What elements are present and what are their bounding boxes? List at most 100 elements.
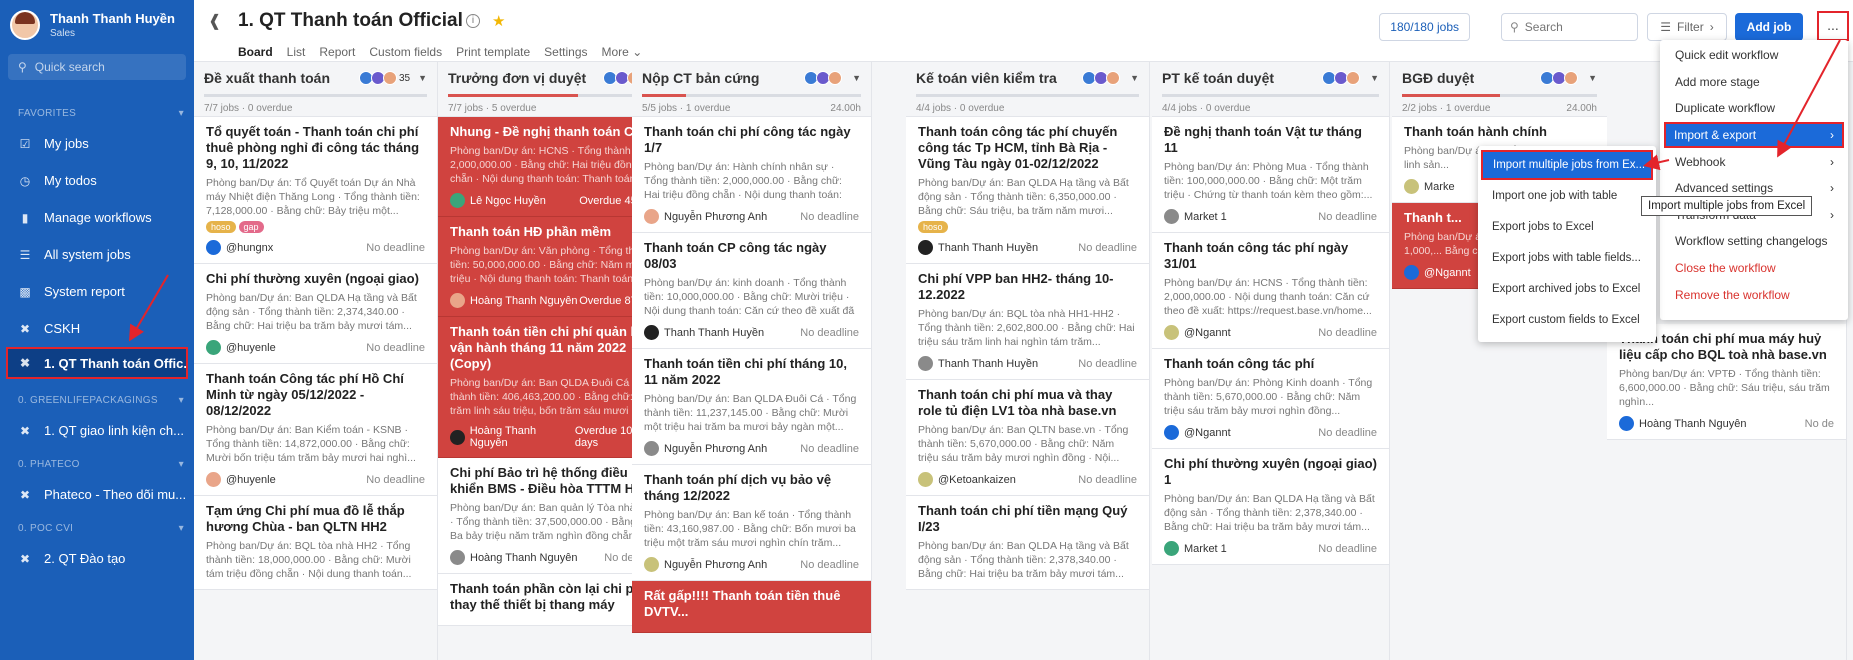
card-assignee[interactable]: @Ketoankaizen	[918, 472, 1016, 487]
card-assignee[interactable]: @Ngannt	[1164, 325, 1231, 340]
chevron-down-icon[interactable]: ▼	[1588, 73, 1597, 83]
column-header[interactable]: Kế toán viên kiểm tra ▼ 4/4 jobs · 0 ove…	[906, 62, 1149, 117]
jobs-count-badge[interactable]: 180/180 jobs	[1379, 13, 1470, 41]
job-card[interactable]: Thanh toán tiền chi phí tháng 10, 11 năm…	[632, 349, 871, 465]
menu-item-import-export[interactable]: Import & export ›	[1664, 121, 1844, 149]
chevron-down-icon[interactable]: ▼	[1130, 73, 1139, 83]
card-assignee[interactable]: Lê Ngọc Huyền	[450, 193, 546, 208]
job-card[interactable]: Tạm ứng Chi phí mua đồ lễ thắp hương Chù…	[194, 496, 437, 590]
group-label[interactable]: 0. POC CVI ▾	[0, 513, 194, 540]
quick-search[interactable]: ⚲ Quick search	[8, 54, 186, 80]
card-assignee[interactable]: Thanh Thanh Huyền	[918, 356, 1038, 371]
card-assignee[interactable]: Hoàng Thanh Nguyên	[450, 425, 575, 449]
card-assignee[interactable]: Market 1	[1164, 541, 1227, 556]
column-overdue: 0 overdue	[959, 103, 1005, 114]
menu-item-add-more-stage[interactable]: Add more stage	[1660, 69, 1848, 96]
card-assignee[interactable]: Thanh Thanh Huyền	[918, 240, 1038, 255]
job-card[interactable]: Chi phí thường xuyên (ngoại giao) 1 Phòn…	[1152, 449, 1389, 565]
sidebar-item-system-report[interactable]: ▩ System report	[0, 273, 194, 310]
filter-button[interactable]: ☰ Filter ›	[1647, 13, 1727, 41]
search-box[interactable]: ⚲	[1501, 13, 1638, 41]
job-card[interactable]: Rất gấp!!!! Thanh toán tiền thuê DVTV...	[632, 581, 871, 633]
card-assignee[interactable]: @hungnx	[206, 240, 273, 255]
column-members[interactable]: ▼	[1540, 71, 1597, 85]
workflow-back-icon[interactable]: ❰	[208, 11, 221, 31]
card-assignee[interactable]: @huyenle	[206, 472, 276, 487]
group-label[interactable]: 0. GREENLIFEPACKAGINGS ▾	[0, 385, 194, 412]
column-members[interactable]: ▼	[1082, 71, 1139, 85]
user-profile[interactable]: Thanh Thanh Huyền Sales	[0, 0, 194, 50]
job-card[interactable]: Thanh toán chi phí mua và thay role tủ đ…	[906, 380, 1149, 496]
submenu-item-import-multiple-jobs-from-ex[interactable]: Import multiple jobs from Ex...	[1481, 150, 1653, 180]
sidebar-item-label: CSKH	[44, 321, 81, 336]
column-members[interactable]: ▼	[804, 71, 861, 85]
job-card[interactable]: Thanh toán công tác phí chuyến công tác …	[906, 117, 1149, 264]
submenu-item-export-archived-jobs-to-excel[interactable]: Export archived jobs to Excel	[1478, 273, 1656, 304]
submenu-item-import-one-job-with-table[interactable]: Import one job with table	[1478, 180, 1656, 211]
submenu-item-export-jobs-with-table-fields[interactable]: Export jobs with table fields...	[1478, 242, 1656, 273]
group-label[interactable]: 0. PHATECO ▾	[0, 449, 194, 476]
chevron-down-icon[interactable]: ▼	[418, 73, 427, 83]
job-card[interactable]: Chi phí VPP ban HH2- tháng 10-12.2022 Ph…	[906, 264, 1149, 380]
info-icon[interactable]: i	[466, 14, 480, 28]
card-assignee[interactable]: @huyenle	[206, 340, 276, 355]
column-header[interactable]: BGĐ duyệt ▼ 2/2 jobs · 1 overdue 24.00h	[1392, 62, 1607, 117]
job-card[interactable]: Tổ quyết toán - Thanh toán chi phí thuê …	[194, 117, 437, 264]
chevron-down-icon[interactable]: ▼	[852, 73, 861, 83]
column-header[interactable]: Đề xuất thanh toán 35 ▼ 7/7 jobs · 0 ove…	[194, 62, 437, 117]
sidebar-item-group-workflow[interactable]: ✖ Phateco - Theo dõi mu...	[0, 476, 194, 513]
page-title: 1. QT Thanh toán Official	[238, 10, 463, 31]
chevron-down-icon[interactable]: ▼	[1370, 73, 1379, 83]
search-input[interactable]	[1524, 20, 1625, 34]
sidebar-item-my-jobs[interactable]: ☑ My jobs	[0, 125, 194, 162]
sidebar-item-group-workflow[interactable]: ✖ 2. QT Đào tạo	[0, 540, 194, 577]
job-card[interactable]: Thanh toán Công tác phí Hồ Chí Minh từ n…	[194, 364, 437, 496]
column-header[interactable]: PT kế toán duyệt ▼ 4/4 jobs · 0 overdue	[1152, 62, 1389, 117]
card-assignee[interactable]: @Ngannt	[1404, 265, 1471, 280]
card-assignee[interactable]: Nguyễn Phương Anh	[644, 209, 767, 224]
column-header[interactable]: Nộp CT bản cứng ▼ 5/5 jobs · 1 overdue 2…	[632, 62, 871, 117]
menu-item-quick-edit-workflow[interactable]: Quick edit workflow	[1660, 42, 1848, 69]
sidebar-item-all-system-jobs[interactable]: ☰ All system jobs	[0, 236, 194, 273]
job-card[interactable]: Thanh toán công tác phí ngày 31/01 Phòng…	[1152, 233, 1389, 349]
sidebar-item-manage-workflows[interactable]: ▮ Manage workflows	[0, 199, 194, 236]
sidebar-item-qt-thanh-toan[interactable]: ✖ 1. QT Thanh toán Offic...	[6, 347, 188, 379]
column-progress-bar	[642, 94, 861, 97]
card-assignee[interactable]: Hoàng Thanh Nguyên	[1619, 416, 1746, 431]
menu-item-duplicate-workflow[interactable]: Duplicate workflow	[1660, 95, 1848, 122]
chevron-down-icon: ▾	[178, 523, 184, 534]
card-assignee[interactable]: Hoàng Thanh Nguyên	[450, 550, 577, 565]
card-assignee[interactable]: Market 1	[1164, 209, 1227, 224]
job-card[interactable]: Thanh toán phí dịch vụ bảo vệ tháng 12/2…	[632, 465, 871, 581]
star-icon[interactable]: ★	[492, 12, 505, 30]
card-assignee[interactable]: Nguyễn Phương Anh	[644, 441, 767, 456]
chevron-right-icon: ›	[1830, 207, 1834, 222]
menu-item-remove-the-workflow[interactable]: Remove the workflow	[1660, 281, 1848, 308]
card-assignee[interactable]: Nguyễn Phương Anh	[644, 557, 767, 572]
card-assignee[interactable]: @Ngannt	[1164, 425, 1231, 440]
sidebar-item-group-workflow[interactable]: ✖ 1. QT giao linh kiện ch...	[0, 412, 194, 449]
job-card[interactable]: Đề nghị thanh toán Vật tư tháng 11 Phòng…	[1152, 117, 1389, 233]
job-card[interactable]: Thanh toán CP công tác ngày 08/03 Phòng …	[632, 233, 871, 349]
sidebar-item-cskh[interactable]: ✖ CSKH	[0, 310, 194, 347]
more-options-button[interactable]: ...	[1817, 11, 1849, 41]
submenu-item-export-custom-fields-to-excel[interactable]: Export custom fields to Excel	[1478, 304, 1656, 335]
favorites-section-label[interactable]: FAVORITES ▾	[0, 98, 194, 125]
card-assignee[interactable]: Thanh Thanh Huyền	[644, 325, 764, 340]
card-deadline: No deadline	[366, 473, 425, 486]
add-job-button[interactable]: Add job	[1735, 13, 1803, 41]
avatar	[1404, 265, 1419, 280]
menu-item-workflow-setting-changelogs[interactable]: Workflow setting changelogs	[1660, 228, 1848, 255]
job-card[interactable]: Chi phí thường xuyên (ngoại giao) Phòng …	[194, 264, 437, 364]
card-assignee[interactable]: Marke	[1404, 179, 1455, 194]
submenu-item-export-jobs-to-excel[interactable]: Export jobs to Excel	[1478, 211, 1656, 242]
column-members[interactable]: 35 ▼	[358, 71, 427, 85]
sidebar-item-my-todos[interactable]: ◷ My todos	[0, 162, 194, 199]
menu-item-webhook[interactable]: Webhook ›	[1660, 148, 1848, 175]
menu-item-close-the-workflow[interactable]: Close the workflow	[1660, 255, 1848, 282]
job-card[interactable]: Thanh toán công tác phí Phòng ban/Dự án:…	[1152, 349, 1389, 449]
job-card[interactable]: Thanh toán chi phí tiền mạng Quý I/23 Ph…	[906, 496, 1149, 590]
column-members[interactable]: ▼	[1322, 71, 1379, 85]
job-card[interactable]: Thanh toán chi phí công tác ngày 1/7 Phò…	[632, 117, 871, 233]
card-assignee[interactable]: Hoàng Thanh Nguyên	[450, 293, 577, 308]
